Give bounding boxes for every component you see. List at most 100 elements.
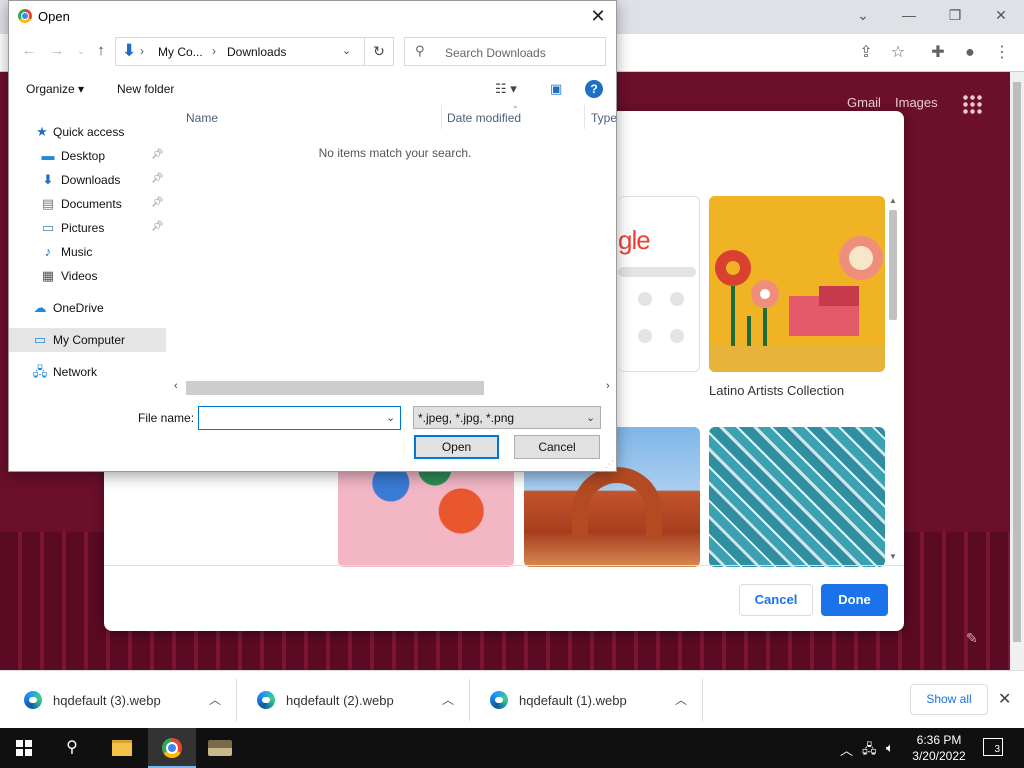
column-header-date-modified[interactable]: Date modified bbox=[447, 111, 521, 125]
theme-tile-latino-artists[interactable] bbox=[709, 196, 885, 372]
help-icon[interactable]: ? bbox=[585, 80, 603, 98]
tab-search-button[interactable]: ⌄ bbox=[840, 4, 886, 28]
nav-item-pictures[interactable]: ▭ Pictures 📌︎ bbox=[9, 216, 166, 240]
page-scrollbar[interactable] bbox=[1010, 72, 1024, 670]
pin-icon: 📌︎ bbox=[151, 173, 164, 184]
volume-icon[interactable]: 🔈︎ bbox=[886, 740, 894, 756]
column-header-type[interactable]: Type bbox=[591, 111, 617, 125]
puzzle-icon[interactable]: ✚ bbox=[926, 41, 950, 65]
search-bar-preview bbox=[618, 267, 696, 277]
network-icon[interactable]: 🖧︎ bbox=[862, 740, 877, 762]
start-button[interactable] bbox=[0, 728, 48, 768]
chevron-down-icon[interactable]: ⌄ bbox=[386, 411, 395, 424]
theme-tile-google[interactable]: gle bbox=[618, 196, 700, 372]
show-all-button[interactable]: Show all bbox=[910, 684, 988, 715]
star-icon[interactable]: ☆ bbox=[886, 41, 910, 65]
close-icon[interactable]: ✕ bbox=[584, 4, 612, 28]
restore-button[interactable]: ❐ bbox=[932, 4, 978, 28]
column-divider[interactable] bbox=[441, 105, 442, 129]
pin-icon: 📌︎ bbox=[151, 149, 164, 160]
new-folder-button[interactable]: New folder bbox=[117, 82, 174, 96]
nav-item-documents[interactable]: ▤ Documents 📌︎ bbox=[9, 192, 166, 216]
address-bar[interactable]: ⬇ › My Co... › Downloads ⌄ bbox=[115, 37, 365, 66]
resize-grip-icon[interactable]: ⋰ bbox=[605, 459, 614, 470]
download-item[interactable]: hqdefault (1).webp ︿ bbox=[470, 679, 703, 721]
close-window-button[interactable]: ✕ bbox=[978, 4, 1024, 28]
done-button[interactable]: Done bbox=[821, 584, 888, 616]
scroll-right-icon[interactable]: › bbox=[606, 380, 610, 392]
app-taskbar-button[interactable] bbox=[196, 728, 244, 768]
preview-pane-icon[interactable]: ▣ bbox=[550, 81, 562, 97]
edge-file-icon bbox=[490, 691, 508, 709]
chevron-up-icon[interactable]: ︿ bbox=[840, 740, 853, 759]
windows-logo-icon bbox=[16, 740, 32, 756]
column-divider[interactable] bbox=[584, 105, 585, 129]
chevron-up-icon[interactable]: ︿ bbox=[442, 691, 454, 708]
edge-file-icon bbox=[24, 691, 42, 709]
search-input[interactable]: ⚲ Search Downloads bbox=[404, 37, 606, 66]
nav-item-network[interactable]: 🖧︎ Network bbox=[9, 360, 166, 384]
notification-count: 3 bbox=[994, 744, 1000, 755]
share-icon[interactable]: ⇪ bbox=[854, 41, 878, 65]
modal-footer: Cancel Done bbox=[104, 565, 904, 631]
forward-arrow-icon[interactable]: → bbox=[47, 41, 67, 61]
search-icon[interactable]: ⚲ bbox=[48, 728, 96, 768]
recent-locations-icon[interactable]: ⌄ bbox=[71, 41, 91, 61]
apps-grid-icon[interactable] bbox=[962, 94, 982, 114]
open-button[interactable]: Open bbox=[414, 435, 499, 459]
nav-item-videos[interactable]: ▦ Videos bbox=[9, 264, 166, 288]
images-link[interactable]: Images bbox=[895, 95, 938, 110]
file-list: Name ⌄ Date modified Type No items match… bbox=[174, 101, 617, 380]
breadcrumb-downloads[interactable]: Downloads bbox=[227, 45, 286, 59]
network-icon: 🖧︎ bbox=[32, 364, 48, 379]
notification-icon[interactable]: 3 bbox=[983, 738, 1003, 756]
clock[interactable]: 6:36 PM 3/20/2022 bbox=[906, 732, 972, 764]
nav-item-downloads[interactable]: ⬇ Downloads 📌︎ bbox=[9, 168, 166, 192]
app-icon bbox=[208, 740, 232, 756]
menu-icon[interactable]: ⋮ bbox=[990, 41, 1014, 65]
nav-item-music[interactable]: ♪ Music bbox=[9, 240, 166, 264]
download-item[interactable]: hqdefault (2).webp ︿ bbox=[237, 679, 470, 721]
cancel-button[interactable]: Cancel bbox=[514, 435, 600, 459]
cancel-button[interactable]: Cancel bbox=[739, 584, 813, 616]
view-options-icon[interactable]: ☷ ▾ bbox=[495, 81, 517, 97]
chevron-up-icon[interactable]: ︿ bbox=[209, 691, 221, 708]
close-icon[interactable]: ✕ bbox=[998, 689, 1011, 709]
file-name-input[interactable]: ⌄ bbox=[198, 406, 401, 430]
breadcrumb-my-computer[interactable]: My Co... bbox=[158, 45, 203, 59]
pictures-icon: ▭ bbox=[41, 220, 55, 235]
nav-item-my-computer[interactable]: ▭ My Computer bbox=[9, 328, 166, 352]
organize-button[interactable]: Organize ▾ bbox=[26, 82, 84, 96]
horizontal-scrollbar[interactable]: ‹ › bbox=[174, 380, 616, 396]
gmail-link[interactable]: Gmail bbox=[847, 95, 881, 110]
modal-scrollbar[interactable]: ▲ ▼ bbox=[887, 196, 899, 564]
nav-item-label: Documents bbox=[61, 197, 122, 211]
pin-icon: 📌︎ bbox=[151, 221, 164, 232]
chrome-taskbar-button[interactable] bbox=[148, 728, 196, 768]
command-bar: Organize ▾ New folder ☷ ▾ ▣ ? bbox=[9, 73, 616, 105]
minimize-button[interactable]: — bbox=[886, 4, 932, 28]
nav-item-quick-access[interactable]: ★ Quick access bbox=[9, 120, 166, 144]
computer-icon: ▭ bbox=[33, 332, 47, 347]
videos-icon: ▦ bbox=[41, 268, 55, 283]
download-filename: hqdefault (1).webp bbox=[519, 693, 627, 708]
refresh-icon[interactable]: ↻ bbox=[365, 37, 394, 66]
chevron-up-icon[interactable]: ︿ bbox=[675, 691, 687, 708]
download-item[interactable]: hqdefault (3).webp ︿ bbox=[4, 679, 237, 721]
up-arrow-icon[interactable]: ↑ bbox=[91, 41, 111, 61]
pencil-icon[interactable]: ✎ bbox=[966, 630, 978, 647]
pin-icon: 📌︎ bbox=[151, 197, 164, 208]
file-type-select[interactable]: *.jpeg, *.jpg, *.png ⌄ bbox=[413, 406, 601, 429]
nav-item-desktop[interactable]: ▬ Desktop 📌︎ bbox=[9, 144, 166, 168]
scroll-left-icon[interactable]: ‹ bbox=[174, 380, 178, 392]
nav-item-onedrive[interactable]: ☁ OneDrive bbox=[9, 296, 166, 320]
profile-icon[interactable]: ● bbox=[958, 41, 982, 65]
file-explorer-button[interactable] bbox=[98, 728, 146, 768]
column-header-name[interactable]: Name bbox=[186, 111, 218, 125]
chrome-icon bbox=[18, 9, 32, 23]
theme-tile-glass[interactable] bbox=[709, 427, 885, 567]
chevron-down-icon[interactable]: ⌄ bbox=[342, 44, 351, 57]
dialog-titlebar[interactable]: Open ✕ bbox=[9, 1, 616, 32]
back-arrow-icon[interactable]: ← bbox=[19, 41, 39, 61]
clock-date: 3/20/2022 bbox=[912, 749, 966, 763]
